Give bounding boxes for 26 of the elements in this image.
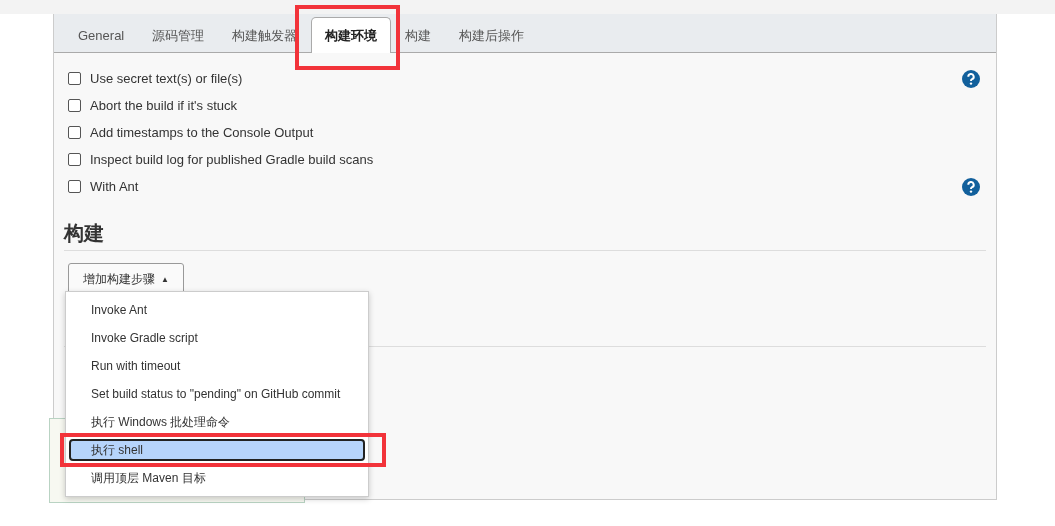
checkbox-label: Add timestamps to the Console Output: [90, 125, 315, 140]
menu-item[interactable]: 执行 Windows 批处理命令: [69, 411, 365, 433]
tab[interactable]: 构建触发器: [218, 17, 312, 53]
tab[interactable]: 构建: [391, 17, 446, 53]
checkbox-label: Inspect build log for published Gradle build scans: [90, 152, 375, 167]
help-icon[interactable]: [962, 69, 980, 88]
tab[interactable]: 源码管理: [138, 17, 219, 53]
menu-item[interactable]: 调用顶层 Maven 目标: [69, 467, 365, 489]
tab[interactable]: General: [64, 17, 139, 53]
menu-item[interactable]: Run with timeout: [69, 355, 365, 377]
checkbox[interactable]: [68, 126, 81, 139]
menu-item[interactable]: Invoke Ant: [69, 299, 365, 321]
section-heading: 构建: [64, 220, 986, 251]
checkbox[interactable]: [68, 180, 81, 193]
checkbox[interactable]: [68, 99, 81, 112]
menu-item[interactable]: 执行 shell: [69, 439, 365, 461]
checkbox[interactable]: [68, 72, 81, 85]
menu-item[interactable]: Invoke Gradle script: [69, 327, 365, 349]
checkbox-label: Abort the build if it's stuck: [90, 98, 238, 113]
checkbox-label: With Ant: [90, 179, 140, 194]
checkbox-label: Use secret text(s) or file(s): [90, 71, 244, 86]
checkbox[interactable]: [68, 153, 81, 166]
menu-item[interactable]: Set build status to "pending" on GitHub commit: [69, 383, 365, 405]
tab[interactable]: 构建后操作: [445, 17, 539, 53]
tab[interactable]: 构建环境: [311, 17, 392, 53]
help-icon[interactable]: [962, 177, 980, 196]
